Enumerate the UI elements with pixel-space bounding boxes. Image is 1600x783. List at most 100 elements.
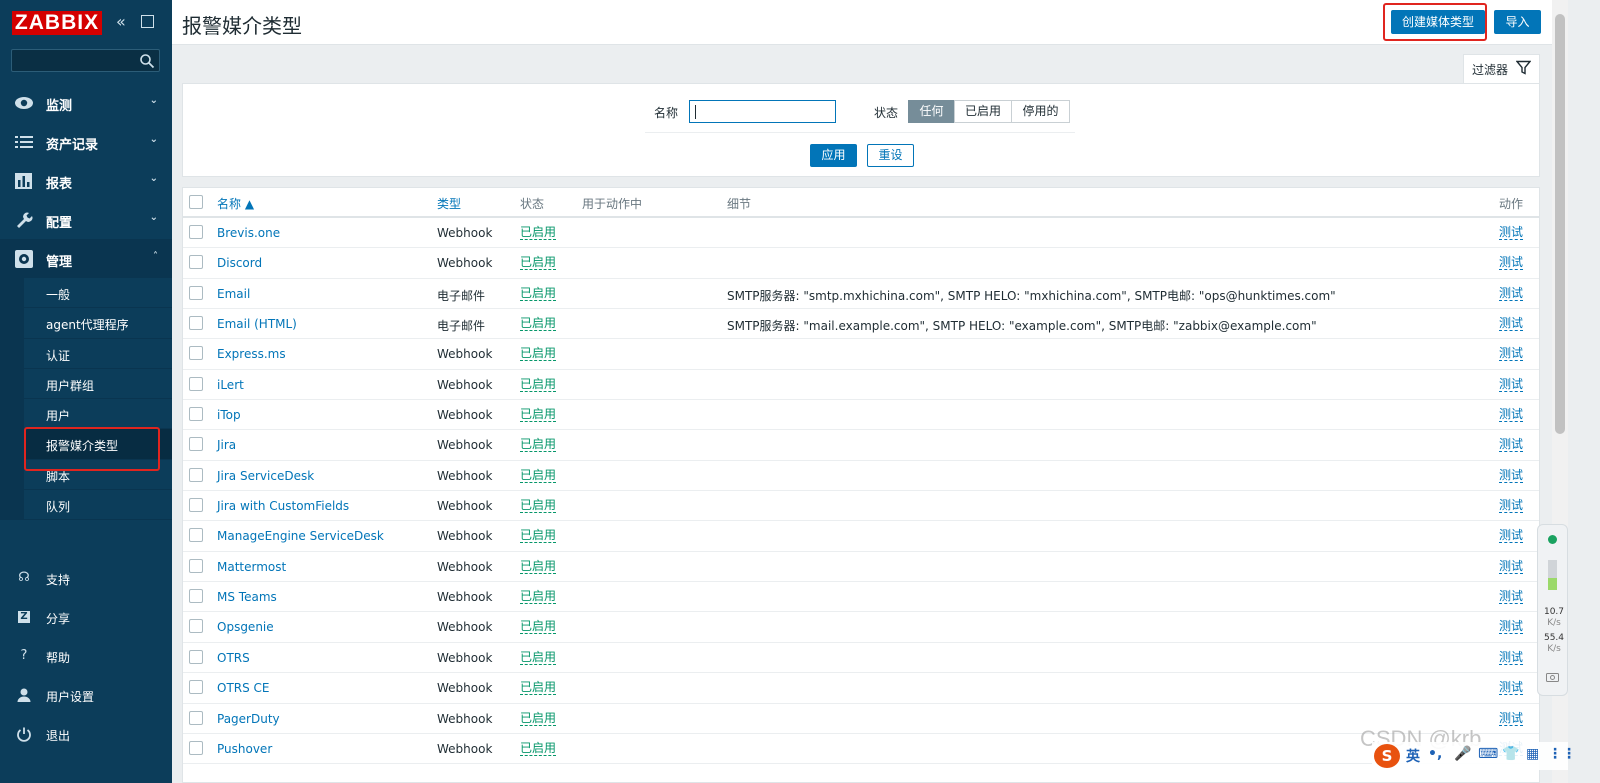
submenu-item-general[interactable]: 一般 — [24, 278, 172, 309]
nav-item-help[interactable]: ? 帮助 — [0, 636, 172, 675]
test-link[interactable]: 测试 — [1499, 650, 1524, 665]
submenu-item-queue[interactable]: 队列 — [24, 490, 172, 521]
filter-name-input[interactable] — [689, 100, 836, 123]
media-type-name-link[interactable]: Brevis.one — [217, 226, 280, 240]
filter-tab[interactable]: 过滤器 — [1463, 54, 1540, 84]
row-checkbox[interactable] — [189, 558, 203, 573]
status-toggle-link[interactable]: 已启用 — [520, 711, 557, 726]
apply-button[interactable]: 应用 — [810, 144, 857, 167]
row-checkbox[interactable] — [189, 407, 203, 422]
reset-button[interactable]: 重设 — [867, 144, 914, 167]
status-toggle-link[interactable]: 已启用 — [520, 408, 557, 423]
ime-language[interactable]: 英 — [1406, 746, 1420, 766]
status-toggle-link[interactable]: 已启用 — [520, 529, 557, 544]
status-toggle-link[interactable]: 已启用 — [520, 347, 557, 362]
sidebar-search-input[interactable] — [11, 49, 160, 72]
test-link[interactable]: 测试 — [1499, 408, 1524, 423]
media-type-name-link[interactable]: iTop — [217, 408, 241, 422]
row-checkbox[interactable] — [189, 376, 203, 391]
status-toggle-link[interactable]: 已启用 — [520, 681, 557, 696]
row-checkbox[interactable] — [189, 680, 203, 695]
status-option-enabled[interactable]: 已启用 — [954, 100, 1012, 123]
media-type-name-link[interactable]: Mattermost — [217, 560, 286, 574]
import-button[interactable]: 导入 — [1494, 10, 1541, 34]
media-type-name-link[interactable]: Email — [217, 287, 250, 301]
collapse-sidebar-icon[interactable]: « — [116, 14, 132, 30]
nav-item-share[interactable]: Z 分享 — [0, 597, 172, 636]
row-checkbox[interactable] — [189, 740, 203, 755]
row-checkbox[interactable] — [189, 528, 203, 543]
row-checkbox[interactable] — [189, 619, 203, 634]
nav-item-inventory[interactable]: 资产记录 ⌄ — [0, 122, 172, 161]
test-link[interactable]: 测试 — [1499, 468, 1524, 483]
status-toggle-link[interactable]: 已启用 — [520, 438, 557, 453]
status-toggle-link[interactable]: 已启用 — [520, 377, 557, 392]
nav-item-reports[interactable]: 报表 ⌄ — [0, 161, 172, 200]
test-link[interactable]: 测试 — [1499, 377, 1524, 392]
submenu-item-users[interactable]: 用户 — [24, 399, 172, 430]
status-toggle-link[interactable]: 已启用 — [520, 741, 557, 756]
media-type-name-link[interactable]: iLert — [217, 378, 244, 392]
nav-item-support[interactable]: ☊ 支持 — [0, 558, 172, 597]
column-header-name[interactable]: 名称 ▲ — [217, 195, 254, 212]
status-toggle-link[interactable]: 已启用 — [520, 317, 557, 332]
kiosk-mode-icon[interactable] — [141, 15, 154, 28]
submenu-item-user-groups[interactable]: 用户群组 — [24, 368, 172, 400]
media-type-name-link[interactable]: Express.ms — [217, 347, 286, 361]
test-link[interactable]: 测试 — [1499, 438, 1524, 453]
test-link[interactable]: 测试 — [1499, 529, 1524, 544]
test-link[interactable]: 测试 — [1499, 347, 1524, 362]
status-toggle-link[interactable]: 已启用 — [520, 650, 557, 665]
status-option-disabled[interactable]: 停用的 — [1011, 100, 1070, 123]
row-checkbox[interactable] — [189, 316, 203, 331]
search-icon[interactable] — [139, 53, 155, 69]
keyboard-icon[interactable]: ⌨ — [1478, 746, 1498, 762]
row-checkbox[interactable] — [189, 285, 203, 300]
row-checkbox[interactable] — [189, 710, 203, 725]
row-checkbox[interactable] — [189, 346, 203, 361]
shirt-icon[interactable]: 👕 — [1502, 746, 1519, 762]
test-link[interactable]: 测试 — [1499, 256, 1524, 271]
row-checkbox[interactable] — [189, 589, 203, 604]
status-toggle-link[interactable]: 已启用 — [520, 590, 557, 605]
grid-icon[interactable]: ⋮⋮ — [1548, 746, 1576, 762]
media-type-name-link[interactable]: PagerDuty — [217, 712, 280, 726]
test-link[interactable]: 测试 — [1499, 711, 1524, 726]
nav-item-sign-out[interactable]: 退出 — [0, 714, 172, 753]
submenu-item-authentication[interactable]: 认证 — [24, 338, 172, 369]
media-type-name-link[interactable]: Email (HTML) — [217, 317, 297, 331]
status-toggle-link[interactable]: 已启用 — [520, 499, 557, 514]
status-toggle-link[interactable]: 已启用 — [520, 559, 557, 574]
test-link[interactable]: 测试 — [1499, 681, 1524, 696]
status-toggle-link[interactable]: 已启用 — [520, 286, 557, 301]
media-type-name-link[interactable]: Jira — [217, 438, 236, 452]
nav-item-configuration[interactable]: 配置 ⌄ — [0, 200, 172, 239]
row-checkbox[interactable] — [189, 255, 203, 270]
status-toggle-link[interactable]: 已启用 — [520, 226, 557, 240]
submenu-item-proxies[interactable]: agent代理程序 — [24, 308, 172, 339]
punctuation-icon[interactable]: •, — [1428, 746, 1442, 762]
camera-icon[interactable] — [1546, 671, 1559, 682]
media-type-name-link[interactable]: Jira with CustomFields — [217, 499, 349, 513]
test-link[interactable]: 测试 — [1499, 499, 1524, 514]
test-link[interactable]: 测试 — [1499, 226, 1524, 240]
test-link[interactable]: 测试 — [1499, 286, 1524, 301]
media-type-name-link[interactable]: ManageEngine ServiceDesk — [217, 529, 384, 543]
status-option-any[interactable]: 任何 — [908, 100, 955, 123]
zabbix-logo[interactable]: ZABBIX — [12, 11, 102, 35]
test-link[interactable]: 测试 — [1499, 590, 1524, 605]
ime-toolbar[interactable]: S 英 •, 🎤 ⌨ 👕 ▦ ⋮⋮ — [1372, 742, 1576, 770]
row-checkbox[interactable] — [189, 649, 203, 664]
media-type-name-link[interactable]: OTRS CE — [217, 681, 270, 695]
scroll-thumb[interactable] — [1555, 14, 1565, 434]
ime-logo-icon[interactable]: S — [1374, 744, 1400, 768]
media-type-name-link[interactable]: Jira ServiceDesk — [217, 469, 314, 483]
test-link[interactable]: 测试 — [1499, 620, 1524, 635]
select-all-checkbox[interactable] — [189, 195, 203, 209]
column-header-type[interactable]: 类型 — [437, 195, 461, 212]
status-toggle-link[interactable]: 已启用 — [520, 620, 557, 635]
row-checkbox[interactable] — [189, 467, 203, 482]
nav-item-administration[interactable]: 管理 ˄ — [0, 239, 172, 278]
row-checkbox[interactable] — [189, 498, 203, 513]
toolbox-icon[interactable]: ▦ — [1526, 746, 1539, 762]
